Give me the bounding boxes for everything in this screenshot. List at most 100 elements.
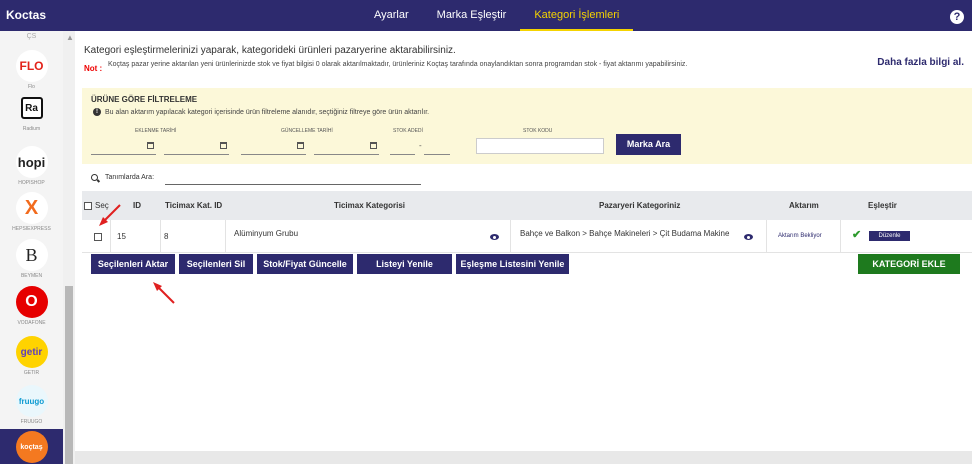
updated-date-to-input[interactable] xyxy=(314,140,379,155)
scroll-up-icon[interactable]: ▲ xyxy=(66,33,74,42)
sidebar-item-label: VODAFONE xyxy=(17,320,46,326)
vodafone-logo-icon: O xyxy=(15,286,48,318)
column-divider xyxy=(225,220,226,253)
getir-logo-icon: getir xyxy=(15,336,48,368)
top-bar: Koctas Ayarlar Marka Eşleştir Kategori İ… xyxy=(0,0,972,31)
view-eye-icon[interactable] xyxy=(490,234,499,240)
app-title: Koctas xyxy=(6,8,47,22)
beymen-logo-icon: B xyxy=(15,239,48,271)
updated-date-from-input[interactable] xyxy=(241,140,306,155)
created-date-label: EKLENME TARİHİ xyxy=(135,128,177,134)
row-checkbox[interactable] xyxy=(94,233,102,241)
delete-selected-button[interactable]: Seçilenleri Sil xyxy=(179,254,253,274)
calendar-icon[interactable] xyxy=(370,142,377,149)
bottom-strip xyxy=(75,451,972,464)
select-all-checkbox[interactable] xyxy=(84,202,92,210)
stock-qty-label: STOK ADEDİ xyxy=(393,128,423,134)
header-ticimax-category: Ticimax Kategorisi xyxy=(334,201,405,210)
sidebar-item-hepsiexpress[interactable]: X HEPSIEXPRESS xyxy=(0,192,63,232)
filter-panel: ÜRÜNE GÖRE FİLTRELEME ! Bu alan aktarım … xyxy=(82,88,972,164)
column-divider xyxy=(160,220,161,253)
sidebar-item-fruugo[interactable]: fruugo FRUUGO xyxy=(0,385,63,425)
stock-code-input[interactable] xyxy=(476,138,604,154)
calendar-icon[interactable] xyxy=(147,142,154,149)
check-icon: ✔ xyxy=(852,229,862,241)
filter-info-text: Bu alan aktarım yapılacak kategori içeri… xyxy=(105,108,430,116)
refresh-match-list-button[interactable]: Eşleşme Listesini Yenile xyxy=(456,254,569,274)
header-marketplace-category: Pazaryeri Kategoriniz xyxy=(599,201,681,210)
calendar-icon[interactable] xyxy=(297,142,304,149)
stock-price-update-button[interactable]: Stok/Fiyat Güncelle xyxy=(257,254,353,274)
marka-ara-button[interactable]: Marka Ara xyxy=(616,134,681,155)
filter-title: ÜRÜNE GÖRE FİLTRELEME xyxy=(91,95,198,104)
info-icon: ! xyxy=(93,108,101,116)
sidebar-item-partial-label: ÇS xyxy=(26,33,37,40)
cell-id: 15 xyxy=(117,232,126,241)
header-transfer: Aktarım xyxy=(789,201,819,210)
flo-logo-icon: FLO xyxy=(15,50,48,82)
range-separator: - xyxy=(419,141,422,150)
cell-ticimax-category: Alüminyum Grubu xyxy=(234,229,299,238)
tab-marka-eslestir[interactable]: Marka Eşleştir xyxy=(423,0,521,31)
annotation-arrow-icon xyxy=(153,282,175,304)
table-row[interactable]: 15 8 Alüminyum Grubu Bahçe ve Balkon > B… xyxy=(82,220,972,253)
note-text: Koçtaş pazar yerine aktarılan yeni ürünl… xyxy=(108,61,688,68)
help-icon[interactable]: ? xyxy=(950,10,964,24)
search-icon xyxy=(91,174,98,181)
sidebar-item-label: HEPSIEXPRESS xyxy=(12,226,51,232)
transfer-selected-button[interactable]: Seçilenleri Aktar xyxy=(91,254,175,274)
transfer-status: Aktarım Bekliyor xyxy=(778,233,822,239)
cell-marketplace-category: Bahçe ve Balkon > Bahçe Makineleri > Çit… xyxy=(520,229,730,238)
annotation-arrow-icon xyxy=(99,204,121,226)
sidebar-item-vodafone[interactable]: O VODAFONE xyxy=(0,286,63,326)
sidebar-scrollbar[interactable]: ▲ xyxy=(63,31,75,464)
sidebar-item-label: Flo xyxy=(28,84,35,90)
created-date-from-input[interactable] xyxy=(91,140,156,155)
stock-qty-max-input[interactable] xyxy=(424,140,450,155)
sidebar-item-beymen[interactable]: B BEYMEN xyxy=(0,239,63,279)
more-info-link[interactable]: Daha fazla bilgi al. xyxy=(877,57,964,68)
page-intro: Kategori eşleştirmelerinizi yaparak, kat… xyxy=(84,45,456,56)
sidebar-item-hopishop[interactable]: hopi HOPISHOP xyxy=(0,146,63,186)
sidebar-item-koctas[interactable]: koçtaş xyxy=(0,429,63,464)
note-label: Not : xyxy=(84,64,103,73)
header-match: Eşleştir xyxy=(868,201,897,210)
hopi-logo-icon: hopi xyxy=(15,146,48,178)
column-divider xyxy=(766,220,767,253)
sidebar-item-label: GETIR xyxy=(23,370,40,376)
marketplace-sidebar: ÇS FLO Flo Ra Radium hopi HOPISHOP X HEP… xyxy=(0,31,63,464)
created-date-to-input[interactable] xyxy=(164,140,229,155)
sidebar-item-label: FRUUGO xyxy=(20,419,43,425)
header-id: ID xyxy=(133,201,141,210)
header-ticimax-cat-id: Ticimax Kat. ID xyxy=(165,201,223,210)
updated-date-label: GÜNCELLEME TARİHİ xyxy=(281,128,333,134)
search-label: Tanımlarda Ara: xyxy=(105,174,155,181)
scrollbar-thumb[interactable] xyxy=(65,286,73,464)
calendar-icon[interactable] xyxy=(220,142,227,149)
radium-logo-icon: Ra xyxy=(20,97,43,119)
hepsiexpress-logo-icon: X xyxy=(15,192,48,224)
column-divider xyxy=(840,220,841,253)
tab-kategori-islemleri[interactable]: Kategori İşlemleri xyxy=(520,0,634,31)
fruugo-logo-icon: fruugo xyxy=(15,385,48,417)
search-input[interactable] xyxy=(165,171,421,185)
sidebar-item-flo[interactable]: FLO Flo xyxy=(0,50,63,90)
main-content: Kategori eşleştirmelerinizi yaparak, kat… xyxy=(75,31,972,451)
add-category-button[interactable]: KATEGORİ EKLE xyxy=(858,254,960,274)
refresh-list-button[interactable]: Listeyi Yenile xyxy=(357,254,452,274)
edit-button[interactable]: Düzenle xyxy=(869,231,910,241)
column-divider xyxy=(510,220,511,253)
sidebar-item-getir[interactable]: getir GETIR xyxy=(0,336,63,376)
tab-ayarlar[interactable]: Ayarlar xyxy=(360,0,423,31)
sidebar-item-label: Radium xyxy=(22,126,41,132)
sidebar-item-label: BEYMEN xyxy=(20,273,43,279)
sidebar-item-label: HOPISHOP xyxy=(18,180,45,186)
table-header: Seç ID Ticimax Kat. ID Ticimax Kategoris… xyxy=(82,191,972,220)
main-nav: Ayarlar Marka Eşleştir Kategori İşlemler… xyxy=(360,0,634,31)
stock-qty-min-input[interactable] xyxy=(390,140,415,155)
koctas-logo-icon: koçtaş xyxy=(15,431,48,463)
stock-code-label: STOK KODU xyxy=(523,128,553,134)
sidebar-item-radium[interactable]: Ra Radium xyxy=(0,97,63,132)
view-eye-icon[interactable] xyxy=(744,234,753,240)
filter-info: ! Bu alan aktarım yapılacak kategori içe… xyxy=(93,108,429,116)
